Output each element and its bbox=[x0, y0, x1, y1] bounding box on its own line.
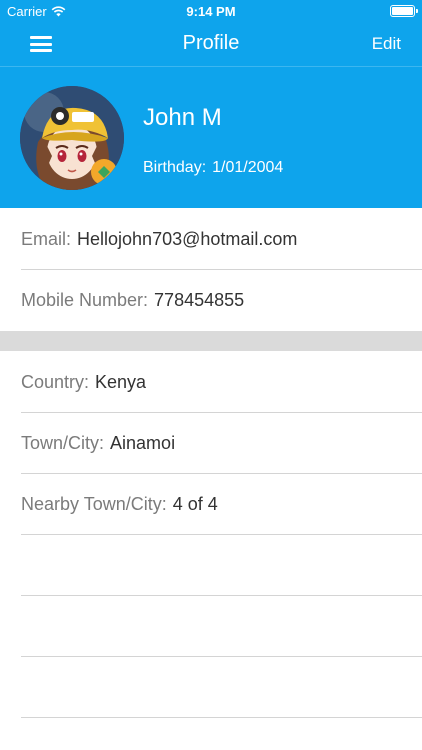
nav-bar: Profile Edit bbox=[0, 22, 422, 66]
empty-row bbox=[0, 596, 422, 657]
divider bbox=[21, 717, 422, 718]
birthday-label: Birthday: bbox=[143, 159, 207, 176]
nearby-row[interactable]: Nearby Town/City: 4 of 4 bbox=[0, 474, 422, 535]
birthday: Birthday: 1/01/2004 bbox=[143, 159, 283, 177]
town-label: Town/City: bbox=[21, 433, 105, 453]
empty-row bbox=[0, 535, 422, 596]
country-row[interactable]: Country: Kenya bbox=[0, 352, 422, 413]
empty-row bbox=[0, 657, 422, 718]
profile-header: John M Birthday: 1/01/2004 bbox=[0, 66, 422, 208]
page-title: Profile bbox=[182, 32, 240, 54]
mobile-row[interactable]: Mobile Number: 778454855 bbox=[0, 270, 422, 331]
birthday-value: 1/01/2004 bbox=[212, 159, 284, 176]
avatar[interactable] bbox=[20, 86, 124, 190]
country-value: Kenya bbox=[95, 372, 147, 392]
email-row[interactable]: Email: Hellojohn703@hotmail.com bbox=[0, 209, 422, 270]
status-bar: Carrier 9:14 PM bbox=[0, 0, 422, 22]
email-label: Email: bbox=[21, 229, 72, 249]
section-separator bbox=[0, 331, 422, 351]
status-time: 9:14 PM bbox=[186, 4, 236, 19]
profile-name: John M bbox=[143, 104, 222, 131]
nearby-value: 4 of 4 bbox=[172, 494, 218, 514]
nearby-label: Nearby Town/City: bbox=[21, 494, 167, 514]
mobile-value: 778454855 bbox=[154, 290, 245, 310]
town-row[interactable]: Town/City: Ainamoi bbox=[0, 413, 422, 474]
town-value: Ainamoi bbox=[110, 433, 176, 453]
email-value: Hellojohn703@hotmail.com bbox=[77, 229, 298, 249]
top-bar: Carrier 9:14 PM Profile Edit bbox=[0, 0, 422, 66]
profile-screen: Carrier 9:14 PM Profile Edit John M Birt… bbox=[0, 0, 422, 750]
mobile-label: Mobile Number: bbox=[21, 290, 149, 310]
battery-icon bbox=[390, 5, 418, 17]
edit-button[interactable]: Edit bbox=[372, 34, 401, 54]
country-label: Country: bbox=[21, 372, 90, 392]
